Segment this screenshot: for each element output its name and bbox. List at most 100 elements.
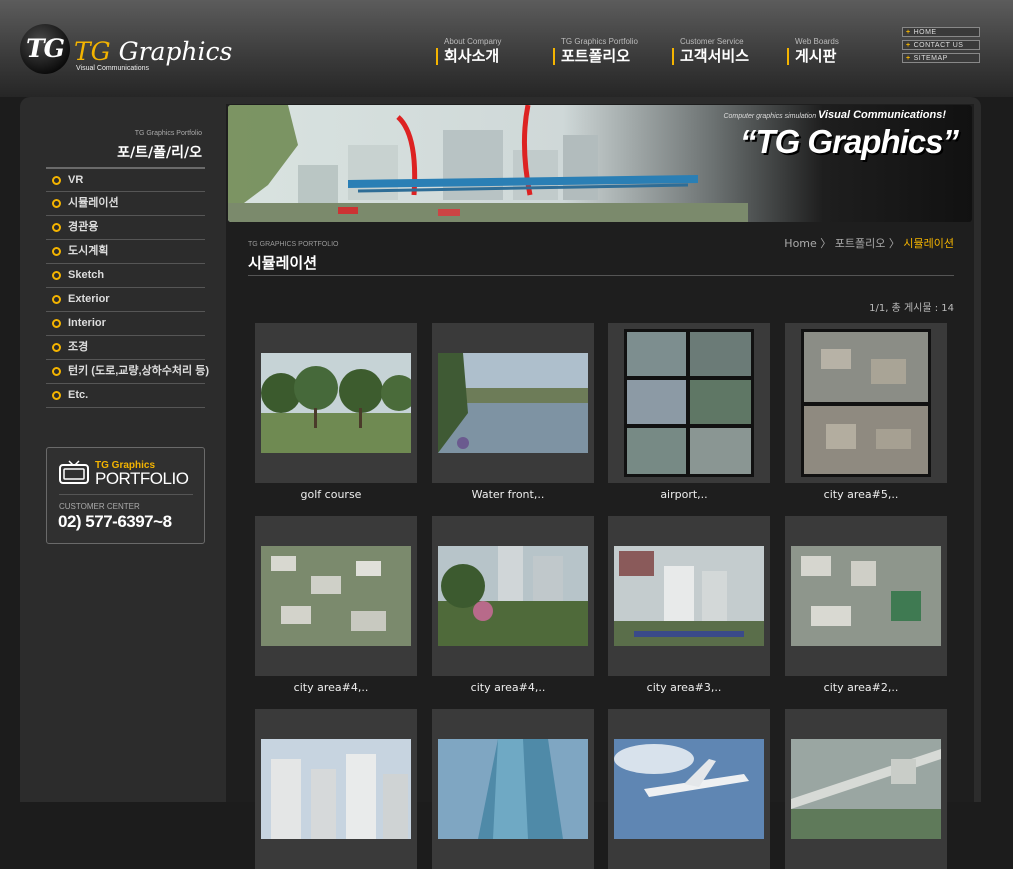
bullet-icon	[52, 343, 61, 352]
city-area-2-thumbnail[interactable]	[791, 546, 941, 646]
nav-portfolio[interactable]: TG Graphics Portfolio 포트폴리오	[553, 37, 638, 65]
gallery-card[interactable]	[432, 516, 594, 676]
bullet-icon	[52, 391, 61, 400]
breadcrumb-current: 시뮬레이션	[903, 237, 954, 250]
sidebar-item-label: 경관용	[68, 221, 99, 233]
bullet-icon	[52, 271, 61, 280]
sidebar-item-exterior[interactable]: Exterior	[46, 287, 205, 310]
sidebar-item-interior[interactable]: Interior	[46, 311, 205, 334]
airport-thumbnail[interactable]	[624, 329, 754, 477]
gallery-caption[interactable]: golf course	[250, 488, 412, 501]
sidebar-item-urban-planning[interactable]: 도시계획	[46, 239, 205, 262]
sidebar-item-label: Sketch	[68, 269, 105, 281]
gallery-card[interactable]	[608, 323, 770, 483]
sidebar-item-vr[interactable]: VR	[46, 167, 205, 190]
gallery-card[interactable]	[608, 709, 770, 869]
sidebar-item-etc[interactable]: Etc.	[46, 383, 205, 406]
title-divider	[248, 275, 954, 276]
breadcrumb-separator: 〉	[816, 237, 835, 250]
util-home-label: HOME	[913, 29, 937, 36]
sidebar-item-label: 턴키 (도로,교량,상하수처리 등)	[68, 365, 209, 377]
gallery-caption[interactable]: city area#3,..	[603, 681, 765, 694]
gallery-caption[interactable]: Water front,..	[427, 488, 589, 501]
gallery-caption[interactable]: city area#5,..	[780, 488, 942, 501]
gallery-caption[interactable]: city area#2,..	[780, 681, 942, 694]
airplane-thumbnail[interactable]	[614, 739, 764, 839]
nav-about-en: About Company	[444, 37, 502, 46]
gallery-caption[interactable]: airport,..	[603, 488, 765, 501]
nav-boards-en: Web Boards	[795, 37, 839, 46]
logo-subtitle: Visual Communications	[76, 65, 150, 72]
nav-boards-label: 게시판	[787, 48, 839, 65]
gallery-card[interactable]	[785, 709, 947, 869]
bullet-icon	[52, 176, 61, 185]
gallery-card[interactable]	[255, 709, 417, 869]
logo-text[interactable]: TG Graphics	[74, 38, 232, 66]
city-area-5-thumbnail[interactable]	[801, 329, 931, 477]
nav-customer-label: 고객서비스	[672, 48, 749, 65]
sidebar-item-landscape-view[interactable]: 경관용	[46, 215, 205, 238]
plus-icon: +	[906, 55, 911, 62]
gallery-card[interactable]	[255, 323, 417, 483]
sidebar-item-label: Exterior	[68, 293, 110, 305]
post-count: 1/1, 총 게시물 : 14	[869, 303, 954, 314]
gallery-card[interactable]	[255, 516, 417, 676]
logo-graphics: Graphics	[110, 37, 233, 66]
plus-icon: +	[906, 42, 911, 49]
nav-boards[interactable]: Web Boards 게시판	[787, 37, 839, 65]
sidebar-item-landscaping[interactable]: 조경	[46, 335, 205, 358]
banner-title: “TG Graphics”	[739, 123, 959, 160]
breadcrumb-parent[interactable]: 포트폴리오	[835, 237, 886, 250]
golf-course-thumbnail[interactable]	[261, 353, 411, 453]
nav-about[interactable]: About Company 회사소개	[436, 37, 501, 65]
util-sitemap-label: SITEMAP	[913, 55, 948, 62]
nav-customer[interactable]: Customer Service 고객서비스	[672, 37, 749, 65]
bridge-thumbnail[interactable]	[791, 739, 941, 839]
util-home-link[interactable]: + HOME	[902, 27, 980, 37]
breadcrumb-home[interactable]: Home	[784, 237, 816, 250]
logo-mark[interactable]: TG	[20, 24, 70, 74]
banner: Computer graphics simulation Visual Comm…	[228, 105, 972, 222]
sidebar-item-simulation[interactable]: 시뮬레이션	[46, 191, 205, 214]
page-title-en: TG GRAPHICS PORTFOLIO	[248, 241, 339, 248]
city-area-3-thumbnail[interactable]	[614, 546, 764, 646]
sidebar-title: 포/트/폴/리/오	[117, 145, 202, 161]
sidebar-item-label: 시뮬레이션	[68, 197, 119, 209]
gallery-caption[interactable]: city area#4,..	[427, 681, 589, 694]
center-divider	[59, 494, 193, 495]
nav-about-label: 회사소개	[436, 48, 501, 65]
sidebar-item-sketch[interactable]: Sketch	[46, 263, 205, 286]
sidebar-item-turnkey[interactable]: 턴키 (도로,교량,상하수처리 등)	[46, 359, 209, 382]
plus-icon: +	[906, 29, 911, 36]
bullet-icon	[52, 223, 61, 232]
sidebar-item-label: VR	[68, 174, 84, 186]
gallery-card[interactable]	[785, 516, 947, 676]
city-buildings-thumbnail[interactable]	[261, 739, 411, 839]
gallery-card[interactable]	[432, 709, 594, 869]
banner-tag-prefix: Computer graphics simulation	[723, 113, 817, 120]
gallery-card[interactable]	[785, 323, 947, 483]
logo-tg: TG	[74, 37, 111, 66]
sidebar-item-label: 조경	[68, 341, 89, 353]
gallery-caption[interactable]: city area#4,..	[250, 681, 412, 694]
sidebar-item-label: 도시계획	[68, 245, 109, 257]
breadcrumb: Home 〉 포트폴리오 〉 시뮬레이션	[784, 235, 954, 251]
util-sitemap-link[interactable]: + SITEMAP	[902, 53, 980, 63]
city-area-4-thumbnail[interactable]	[438, 546, 588, 646]
banner-tag-main: Visual Communications!	[818, 109, 946, 121]
city-area-4-thumbnail[interactable]	[261, 546, 411, 646]
util-contact-link[interactable]: + CONTACT US	[902, 40, 980, 50]
gallery-card[interactable]	[608, 516, 770, 676]
water-front-thumbnail[interactable]	[438, 353, 588, 453]
bullet-icon	[52, 367, 61, 376]
bullet-icon	[52, 319, 61, 328]
bullet-icon	[52, 199, 61, 208]
bullet-icon	[52, 247, 61, 256]
customer-center-box[interactable]: TG Graphics PORTFOLIO CUSTOMER CENTER 02…	[46, 447, 205, 544]
header: TG TG Graphics Visual Communications Abo…	[0, 0, 1013, 97]
gallery-card[interactable]	[432, 323, 594, 483]
center-phone: 02) 577-6397~8	[58, 512, 172, 531]
util-contact-label: CONTACT US	[913, 42, 964, 49]
banner-tagline: Computer graphics simulation Visual Comm…	[723, 109, 946, 121]
tower-thumbnail[interactable]	[438, 739, 588, 839]
